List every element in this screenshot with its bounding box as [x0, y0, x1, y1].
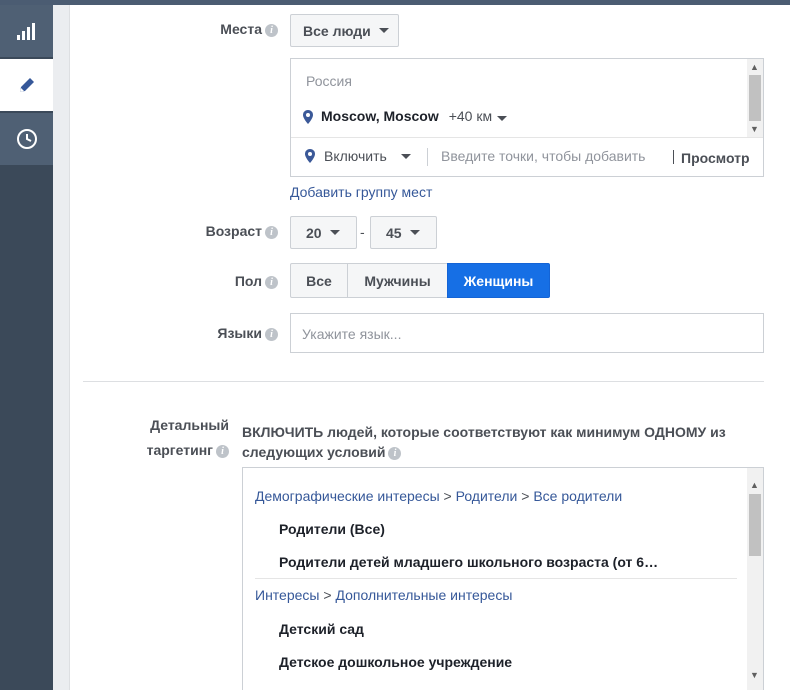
location-input[interactable]: Введите точки, чтобы добавить	[441, 148, 645, 164]
gender-men-button[interactable]: Мужчины	[347, 263, 448, 298]
age-from-dropdown[interactable]: 20	[290, 216, 357, 249]
info-icon[interactable]: i	[265, 226, 278, 239]
places-label: Места i	[190, 21, 278, 37]
info-icon[interactable]: i	[265, 276, 278, 289]
gender-label: Пол i	[200, 273, 278, 289]
divider	[291, 137, 763, 138]
info-icon[interactable]: i	[265, 328, 278, 341]
chevron-down-icon	[329, 230, 340, 235]
sidebar-item-reports[interactable]	[0, 5, 53, 57]
gender-women-button[interactable]: Женщины	[447, 263, 550, 298]
age-label-text: Возраст	[205, 223, 262, 239]
radius-selector[interactable]: +40 км	[448, 108, 508, 124]
age-from-value: 20	[306, 224, 322, 241]
clock-icon	[16, 129, 37, 149]
age-label: Возраст i	[180, 223, 278, 239]
scroll-up-icon[interactable]: ▲	[750, 62, 759, 72]
detailed-scrollbar[interactable]: ▲ ▼	[747, 468, 763, 690]
browse-button[interactable]: Просмотр	[681, 150, 750, 166]
age-to-dropdown[interactable]: 45	[370, 216, 437, 249]
gender-label-text: Пол	[234, 273, 262, 289]
age-to-value: 45	[386, 224, 402, 241]
country-label: Россия	[306, 73, 352, 89]
chevron-down-icon	[400, 153, 411, 159]
description-line2: следующих условий	[242, 444, 386, 460]
divider	[255, 578, 737, 579]
breadcrumb-item[interactable]: Интересы	[255, 587, 319, 603]
languages-label: Языки i	[190, 325, 278, 341]
include-dropdown[interactable]: Включить	[305, 148, 411, 164]
breadcrumb-item[interactable]: Демографические интересы	[255, 488, 440, 504]
languages-input[interactable]: Укажите язык...	[290, 313, 764, 353]
places-dropdown[interactable]: Все люди	[290, 14, 399, 47]
list-item[interactable]: Детский сад	[279, 621, 364, 637]
list-item[interactable]: Детское дошкольное учреждение	[279, 654, 512, 670]
places-scrollbar[interactable]: ▲ ▼	[747, 59, 763, 137]
sidebar-item-history[interactable]	[0, 113, 53, 165]
location-pin-icon	[305, 149, 315, 163]
detailed-targeting-label: Детальный таргетинг i	[120, 417, 229, 458]
separator	[673, 150, 674, 164]
scroll-down-icon[interactable]: ▼	[750, 124, 759, 134]
pencil-icon	[19, 78, 34, 92]
detailed-targeting-box: Демографические интересы > Родители > Вс…	[242, 467, 764, 690]
description-line1: ВКЛЮЧИТЬ людей, которые соответствуют ка…	[242, 424, 726, 440]
breadcrumb: Демографические интересы > Родители > Вс…	[255, 488, 623, 504]
city-name: Moscow, Moscow	[321, 108, 439, 124]
scroll-up-icon[interactable]: ▲	[750, 480, 759, 490]
scroll-thumb[interactable]	[749, 494, 761, 556]
section-divider	[83, 381, 764, 382]
languages-label-text: Языки	[217, 325, 262, 341]
separator	[427, 148, 428, 166]
languages-placeholder: Укажите язык...	[302, 326, 402, 342]
info-icon[interactable]: i	[388, 447, 402, 460]
bar-chart-icon	[16, 23, 35, 40]
gutter	[53, 5, 69, 690]
gender-all-button[interactable]: Все	[290, 263, 348, 298]
chevron-down-icon	[378, 28, 389, 33]
add-location-group-link[interactable]: Добавить группу мест	[290, 184, 432, 200]
scroll-thumb[interactable]	[749, 75, 761, 121]
scroll-down-icon[interactable]: ▼	[750, 670, 759, 680]
breadcrumb-item[interactable]: Родители	[456, 488, 518, 504]
radius-value: +40 км	[448, 108, 493, 124]
breadcrumb-item[interactable]: Дополнительные интересы	[335, 587, 512, 603]
places-box: Россия Moscow, Moscow +40 км ▲ ▼ Включит…	[290, 58, 764, 177]
places-dropdown-label: Все люди	[303, 22, 371, 39]
location-row: Moscow, Moscow +40 км	[303, 108, 508, 124]
detailed-label-line1: Детальный	[150, 417, 229, 433]
detailed-label-line2: таргетинг	[146, 442, 213, 458]
sidebar-item-edit[interactable]	[0, 59, 53, 111]
breadcrumb: Интересы > Дополнительные интересы	[255, 587, 513, 603]
info-icon[interactable]: i	[216, 445, 229, 458]
list-item[interactable]: Родители детей младшего школьного возрас…	[279, 554, 658, 570]
chevron-down-icon	[497, 116, 508, 121]
chevron-down-icon	[409, 230, 420, 235]
places-label-text: Места	[220, 21, 262, 37]
include-label: Включить	[324, 148, 387, 164]
location-pin-icon	[303, 110, 313, 124]
breadcrumb-item[interactable]: Все родители	[533, 488, 622, 504]
list-item[interactable]: Родители (Все)	[279, 521, 385, 537]
sidebar	[0, 5, 53, 690]
info-icon[interactable]: i	[265, 24, 278, 37]
age-separator: -	[360, 224, 365, 240]
detailed-description: ВКЛЮЧИТЬ людей, которые соответствуют ка…	[242, 422, 762, 462]
